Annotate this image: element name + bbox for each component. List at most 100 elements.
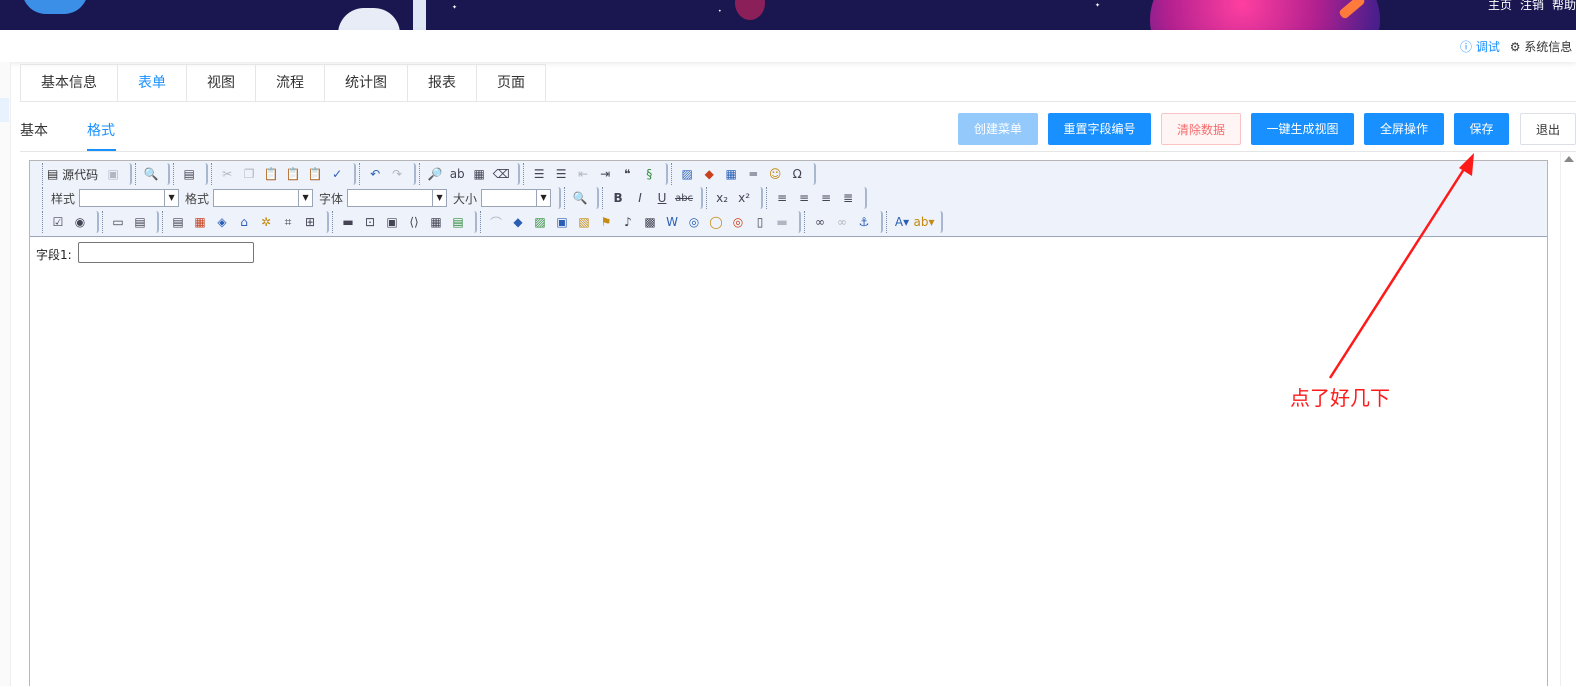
copy-icon[interactable]: ❐ bbox=[239, 164, 259, 184]
hidden-field-icon[interactable]: ▬ bbox=[338, 212, 358, 232]
field-1-input[interactable] bbox=[78, 242, 254, 263]
photo-icon[interactable]: ▣ bbox=[552, 212, 572, 232]
reset-field-number-button[interactable]: 重置字段编号 bbox=[1048, 113, 1151, 145]
size-select[interactable]: ▼ bbox=[481, 189, 552, 207]
undo-icon[interactable]: ↶ bbox=[365, 164, 385, 184]
user-select-icon[interactable]: ◈ bbox=[212, 212, 232, 232]
generate-view-button[interactable]: 一键生成视图 bbox=[1251, 113, 1354, 145]
file-icon[interactable]: ▣ bbox=[382, 212, 402, 232]
department-icon[interactable]: ⌂ bbox=[234, 212, 254, 232]
superscript-icon[interactable]: x² bbox=[734, 188, 754, 208]
spellcheck-icon[interactable]: ✓ bbox=[327, 164, 347, 184]
home-link[interactable]: 主页 bbox=[1488, 0, 1512, 12]
nested-table-icon[interactable]: ▤ bbox=[448, 212, 468, 232]
font-select[interactable]: ▼ bbox=[347, 189, 448, 207]
template-icon[interactable]: ▤ bbox=[179, 164, 199, 184]
create-menu-button[interactable]: 创建菜单 bbox=[958, 113, 1038, 145]
image-icon[interactable]: ▨ bbox=[677, 164, 697, 184]
preview-icon[interactable]: 🔍 bbox=[141, 164, 161, 184]
anchor-icon[interactable]: ⚓ bbox=[854, 212, 874, 232]
help-link[interactable]: 帮助 bbox=[1552, 0, 1576, 12]
align-center-icon[interactable]: ≡ bbox=[794, 188, 814, 208]
save-button[interactable]: 保存 bbox=[1454, 113, 1509, 145]
separator-icon[interactable]: ▬ bbox=[772, 212, 792, 232]
debug-link[interactable]: ⓘ 调试 bbox=[1460, 40, 1500, 54]
subscript-icon[interactable]: x₂ bbox=[712, 188, 732, 208]
italic-button[interactable]: I bbox=[630, 188, 650, 208]
div-container-icon[interactable]: § bbox=[639, 164, 659, 184]
flash-icon[interactable]: ◆ bbox=[699, 164, 719, 184]
exit-button[interactable]: 退出 bbox=[1520, 113, 1576, 145]
paste-text-icon[interactable]: 📋 bbox=[283, 164, 303, 184]
tab-view[interactable]: 视图 bbox=[187, 65, 256, 102]
tab-report[interactable]: 报表 bbox=[408, 65, 477, 102]
clear-data-button[interactable]: 清除数据 bbox=[1161, 113, 1241, 145]
strikethrough-button[interactable]: abc bbox=[674, 188, 694, 208]
attachment-icon[interactable]: ⌒ bbox=[486, 212, 506, 232]
org-icon[interactable]: ✲ bbox=[256, 212, 276, 232]
logout-link[interactable]: 注销 bbox=[1520, 0, 1544, 12]
macro-icon[interactable]: ⌗ bbox=[278, 212, 298, 232]
subtab-base[interactable]: 基本 bbox=[20, 120, 48, 140]
align-right-icon[interactable]: ≡ bbox=[816, 188, 836, 208]
tab-chart[interactable]: 统计图 bbox=[325, 65, 408, 102]
paste-icon[interactable]: 📋 bbox=[261, 164, 281, 184]
progress-circle-icon[interactable]: ◯ bbox=[706, 212, 726, 232]
indent-icon[interactable]: ⇥ bbox=[595, 164, 615, 184]
tab-flow[interactable]: 流程 bbox=[256, 65, 325, 102]
bulleted-list-icon[interactable]: ☰ bbox=[551, 164, 571, 184]
special-char-icon[interactable]: Ω bbox=[787, 164, 807, 184]
sysinfo-link[interactable]: ⚙ 系统信息 bbox=[1510, 40, 1573, 54]
tab-page[interactable]: 页面 bbox=[477, 65, 546, 102]
subform-icon[interactable]: ▦ bbox=[426, 212, 446, 232]
location-icon[interactable]: ⚑ bbox=[596, 212, 616, 232]
underline-button[interactable]: U bbox=[652, 188, 672, 208]
seal-icon[interactable]: ◎ bbox=[728, 212, 748, 232]
align-justify-icon[interactable]: ≣ bbox=[838, 188, 858, 208]
tab-form[interactable]: 表单 bbox=[118, 65, 187, 102]
web-icon[interactable]: ◎ bbox=[684, 212, 704, 232]
align-left-icon[interactable]: ≡ bbox=[772, 188, 792, 208]
paste-word-icon[interactable]: 📋 bbox=[305, 164, 325, 184]
computed-field-icon[interactable]: ⊞ bbox=[300, 212, 320, 232]
link-icon[interactable]: ∞ bbox=[810, 212, 830, 232]
microphone-icon[interactable]: ♪ bbox=[618, 212, 638, 232]
horizontal-rule-icon[interactable]: ═ bbox=[743, 164, 763, 184]
outdent-icon[interactable]: ⇤ bbox=[573, 164, 593, 184]
radio-icon[interactable]: ◉ bbox=[70, 212, 90, 232]
remove-format-icon[interactable]: ⌫ bbox=[491, 164, 511, 184]
page-number-icon[interactable]: ▯ bbox=[750, 212, 770, 232]
word-icon[interactable]: W bbox=[662, 212, 682, 232]
textarea-icon[interactable]: ▤ bbox=[130, 212, 150, 232]
sketch-icon[interactable]: ▧ bbox=[574, 212, 594, 232]
unlink-icon[interactable]: ∞ bbox=[832, 212, 852, 232]
list-box-icon[interactable]: ▤ bbox=[168, 212, 188, 232]
smiley-icon[interactable]: ☺ bbox=[765, 164, 785, 184]
redo-icon[interactable]: ↷ bbox=[387, 164, 407, 184]
page-scrollbar[interactable] bbox=[1560, 152, 1576, 686]
cut-icon[interactable]: ✂ bbox=[217, 164, 237, 184]
scroll-up-icon[interactable] bbox=[1564, 156, 1574, 162]
style-select[interactable]: ▼ bbox=[79, 189, 180, 207]
qrcode-icon[interactable]: ▩ bbox=[640, 212, 660, 232]
source-code-button[interactable]: ▤ 源代码 bbox=[47, 166, 98, 183]
editor-content-area[interactable]: 字段1: bbox=[30, 237, 1547, 687]
background-color-icon[interactable]: ab▾ bbox=[914, 212, 935, 232]
replace-icon[interactable]: ab bbox=[447, 164, 467, 184]
bold-button[interactable]: B bbox=[608, 188, 628, 208]
blockquote-icon[interactable]: ❝ bbox=[617, 164, 637, 184]
select-all-icon[interactable]: ▦ bbox=[469, 164, 489, 184]
picture-icon[interactable]: ▨ bbox=[530, 212, 550, 232]
html-control-icon[interactable]: ⟨⟩ bbox=[404, 212, 424, 232]
text-color-icon[interactable]: A▾ bbox=[892, 212, 912, 232]
layer-icon[interactable]: ◆ bbox=[508, 212, 528, 232]
table-icon[interactable]: ▦ bbox=[721, 164, 741, 184]
numbered-list-icon[interactable]: ☰ bbox=[529, 164, 549, 184]
textfield-icon[interactable]: ▭ bbox=[108, 212, 128, 232]
subtab-format[interactable]: 格式 bbox=[87, 120, 115, 140]
checkbox-icon[interactable]: ☑ bbox=[48, 212, 68, 232]
zoom-icon[interactable]: 🔍 bbox=[570, 188, 590, 208]
save-doc-icon[interactable]: ▣ bbox=[103, 164, 123, 184]
find-icon[interactable]: 🔎 bbox=[425, 164, 445, 184]
fullscreen-button[interactable]: 全屏操作 bbox=[1364, 113, 1444, 145]
